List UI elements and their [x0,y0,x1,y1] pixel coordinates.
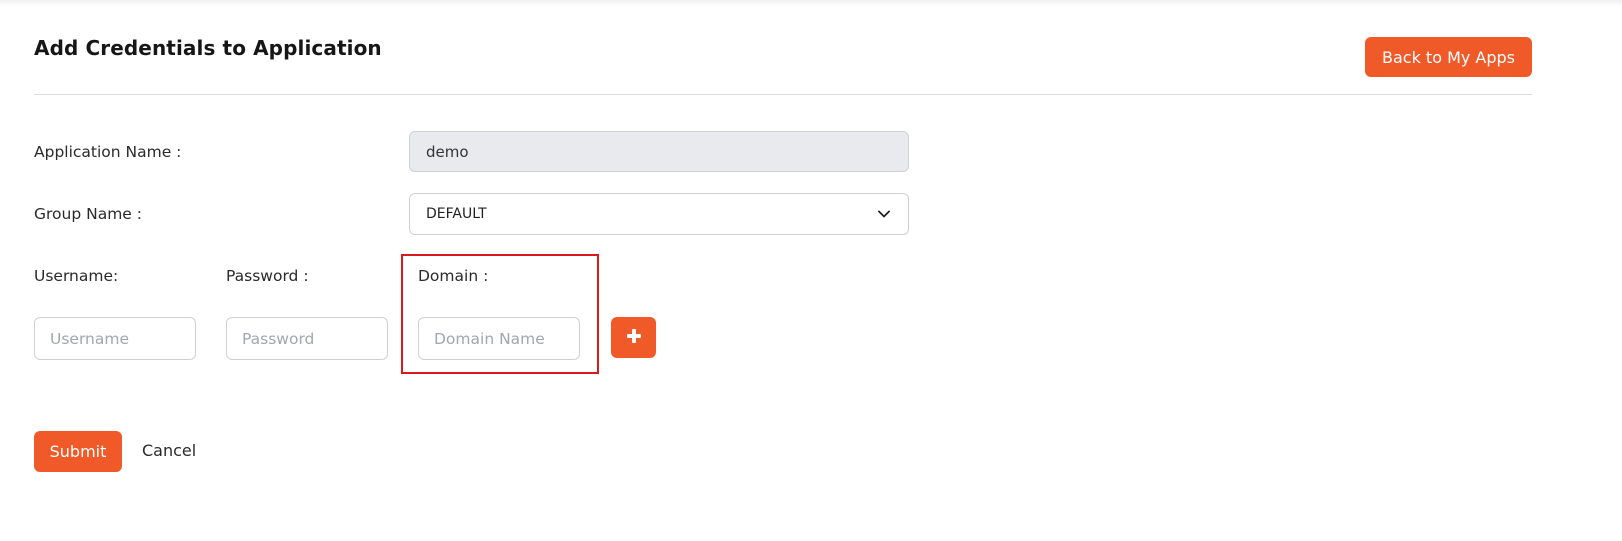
top-shadow [0,0,1622,6]
submit-button[interactable]: Submit [34,431,122,472]
password-input[interactable] [226,317,388,360]
application-name-label: Application Name : [34,143,182,161]
password-label: Password : [226,267,309,285]
add-credential-button[interactable] [611,317,656,358]
back-to-my-apps-button[interactable]: Back to My Apps [1365,37,1532,77]
page-title: Add Credentials to Application [34,36,382,60]
cancel-link[interactable]: Cancel [142,441,196,460]
group-name-selected-value: DEFAULT [426,206,487,222]
application-name-field: demo [409,131,909,172]
chevron-down-icon [876,206,892,222]
domain-highlight-box [401,254,599,374]
group-name-select[interactable]: DEFAULT [409,193,909,235]
application-name-value: demo [426,142,469,161]
plus-icon [625,327,643,348]
header-divider [34,94,1532,95]
username-label: Username: [34,267,119,285]
username-input[interactable] [34,317,196,360]
group-name-label: Group Name : [34,205,142,223]
